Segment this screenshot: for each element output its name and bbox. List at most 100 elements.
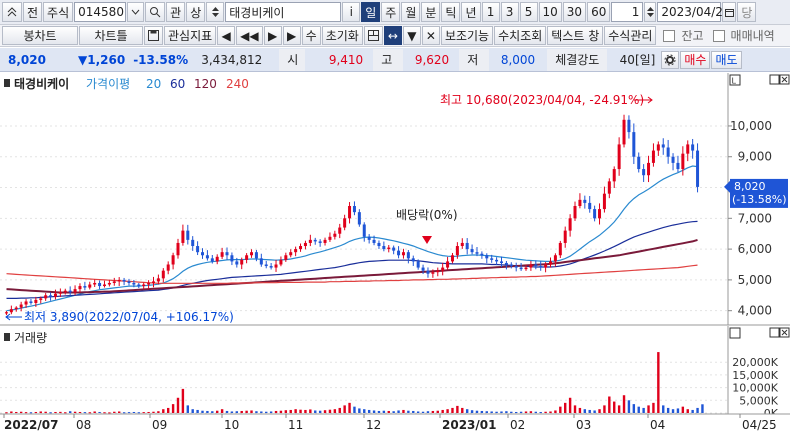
candle-body <box>465 242 469 250</box>
minute-60-button[interactable]: 60 <box>587 2 611 22</box>
indicators-button[interactable]: 관심지표 <box>164 26 217 45</box>
scroll-end-button[interactable]: ▶ <box>282 26 301 45</box>
volume-bar <box>10 411 13 413</box>
period-year-tab[interactable]: 년 <box>461 2 481 22</box>
move-tool-button[interactable]: ↔ <box>383 26 402 45</box>
period-minute-tab[interactable]: 분 <box>421 2 441 22</box>
volume-bar <box>613 401 616 413</box>
current-button[interactable]: 당 <box>737 2 757 22</box>
volume-bar <box>338 407 341 413</box>
related-button[interactable]: 상 <box>186 2 206 22</box>
collapse-button[interactable] <box>2 2 22 22</box>
code-input[interactable]: 014580 <box>74 2 127 22</box>
candle-body <box>509 264 513 267</box>
value-query-button[interactable]: 수치조회 <box>494 26 547 45</box>
volume-bar <box>162 409 165 413</box>
info-button[interactable]: i <box>342 2 361 22</box>
search-button[interactable] <box>145 2 166 22</box>
period-day-tab[interactable]: 일 <box>361 2 381 22</box>
market-toggle-button[interactable]: 전 <box>23 2 43 22</box>
strength-label: 체결강도 <box>547 48 608 71</box>
scroll-prev-button[interactable]: ◀◀ <box>236 26 263 45</box>
low-label: 저 <box>459 48 490 71</box>
text-window-button[interactable]: 텍스트 창 <box>547 26 604 45</box>
count-stepper[interactable] <box>644 2 657 22</box>
code-dropdown-button[interactable] <box>127 2 145 22</box>
stepper-button[interactable] <box>206 2 225 22</box>
delete-tool-button[interactable]: ✕ <box>421 26 440 45</box>
volume-bar <box>505 411 508 413</box>
minute-1-button[interactable]: 1 <box>481 2 500 22</box>
candle-body <box>34 299 38 303</box>
pane-maximize-button[interactable] <box>769 74 780 85</box>
pen-tool-button[interactable]: ▼ <box>402 26 421 45</box>
aux-function-button[interactable]: 보조기능 <box>440 26 494 45</box>
minute-30-button[interactable]: 30 <box>562 2 587 22</box>
volume-bar <box>211 411 214 413</box>
sell-button[interactable]: 매도 <box>711 50 742 69</box>
volume-bar <box>564 402 567 413</box>
date-picker-button[interactable] <box>722 2 737 22</box>
volume-bar <box>549 411 552 413</box>
numeric-button[interactable]: 수 <box>301 26 321 45</box>
scroll-next-button[interactable]: ▶ <box>263 26 282 45</box>
candle-body <box>24 301 28 305</box>
candle-body <box>88 284 92 288</box>
volume-tick-label: 10,000K <box>732 382 778 395</box>
minute-5-button[interactable]: 5 <box>519 2 538 22</box>
period-week-tab[interactable]: 주 <box>381 2 401 22</box>
time-tick-label: 09 <box>152 418 167 432</box>
candle-body <box>578 199 582 206</box>
candle-chart-button[interactable]: 봉차트 <box>2 26 78 45</box>
scroll-start-button[interactable]: ◀ <box>217 26 236 45</box>
volume-bar <box>387 410 390 413</box>
volume-pane-maximize-button[interactable] <box>769 327 780 338</box>
volume-bar <box>29 412 33 414</box>
price-pane[interactable] <box>0 73 728 325</box>
formula-manage-button[interactable]: 수식관리 <box>604 26 657 45</box>
reset-button[interactable]: 초기화 <box>321 26 363 45</box>
count-input[interactable]: 1 <box>611 2 644 22</box>
volume-pane[interactable] <box>0 326 728 414</box>
period-tick-tab[interactable]: 틱 <box>441 2 461 22</box>
legend-ma60: 60 <box>170 77 185 91</box>
chart-template-button[interactable]: 차트틀 <box>79 26 143 45</box>
price-change-pct: -13.58% <box>133 52 189 67</box>
chart-tools-toolbar: 봉차트 차트틀 관심지표 ◀ ◀◀ ▶ ▶ 수 초기화 ↔ ▼ ✕ 보조기능 수… <box>0 25 790 47</box>
minute-3-button[interactable]: 3 <box>500 2 519 22</box>
save-button[interactable] <box>144 26 163 45</box>
trade-history-checkbox[interactable] <box>712 29 725 42</box>
volume-bar <box>554 410 557 413</box>
legend-ma20: 20 <box>146 77 161 91</box>
volume-bar <box>103 412 106 414</box>
volume-bar <box>328 409 332 413</box>
volume-bar <box>514 411 518 413</box>
volume-bar <box>191 409 194 413</box>
candle-body <box>289 252 293 256</box>
buy-button[interactable]: 매수 <box>680 50 711 69</box>
volume-pane-lock-button[interactable] <box>729 327 741 339</box>
volume-bar <box>495 411 498 413</box>
chart-area[interactable]: 4,0005,0006,0007,0008,0009,00010,000 태경비… <box>0 73 790 434</box>
minute-10-button[interactable]: 10 <box>538 2 562 22</box>
candle-body <box>563 230 567 243</box>
candle-body <box>245 255 249 260</box>
favorites-button[interactable]: 관 <box>166 2 186 22</box>
legend-ma120: 120 <box>194 77 217 91</box>
type-select[interactable]: 주식 <box>43 2 74 22</box>
candle-body <box>156 278 160 282</box>
date-input[interactable]: 2023/04/20 <box>657 2 731 22</box>
search-icon <box>150 7 161 18</box>
layout-button[interactable] <box>363 26 383 45</box>
stock-name-field[interactable]: 태경비케이 <box>225 2 342 22</box>
settings-button[interactable] <box>661 50 680 69</box>
volume-bar <box>446 409 449 413</box>
volume-bar <box>441 409 444 413</box>
balance-checkbox[interactable] <box>663 29 676 42</box>
volume-bar <box>73 411 77 413</box>
volume-bar <box>196 409 199 413</box>
volume-bar <box>377 410 381 413</box>
period-month-tab[interactable]: 월 <box>401 2 421 22</box>
candle-body <box>681 153 685 170</box>
volume-bar <box>451 407 454 413</box>
